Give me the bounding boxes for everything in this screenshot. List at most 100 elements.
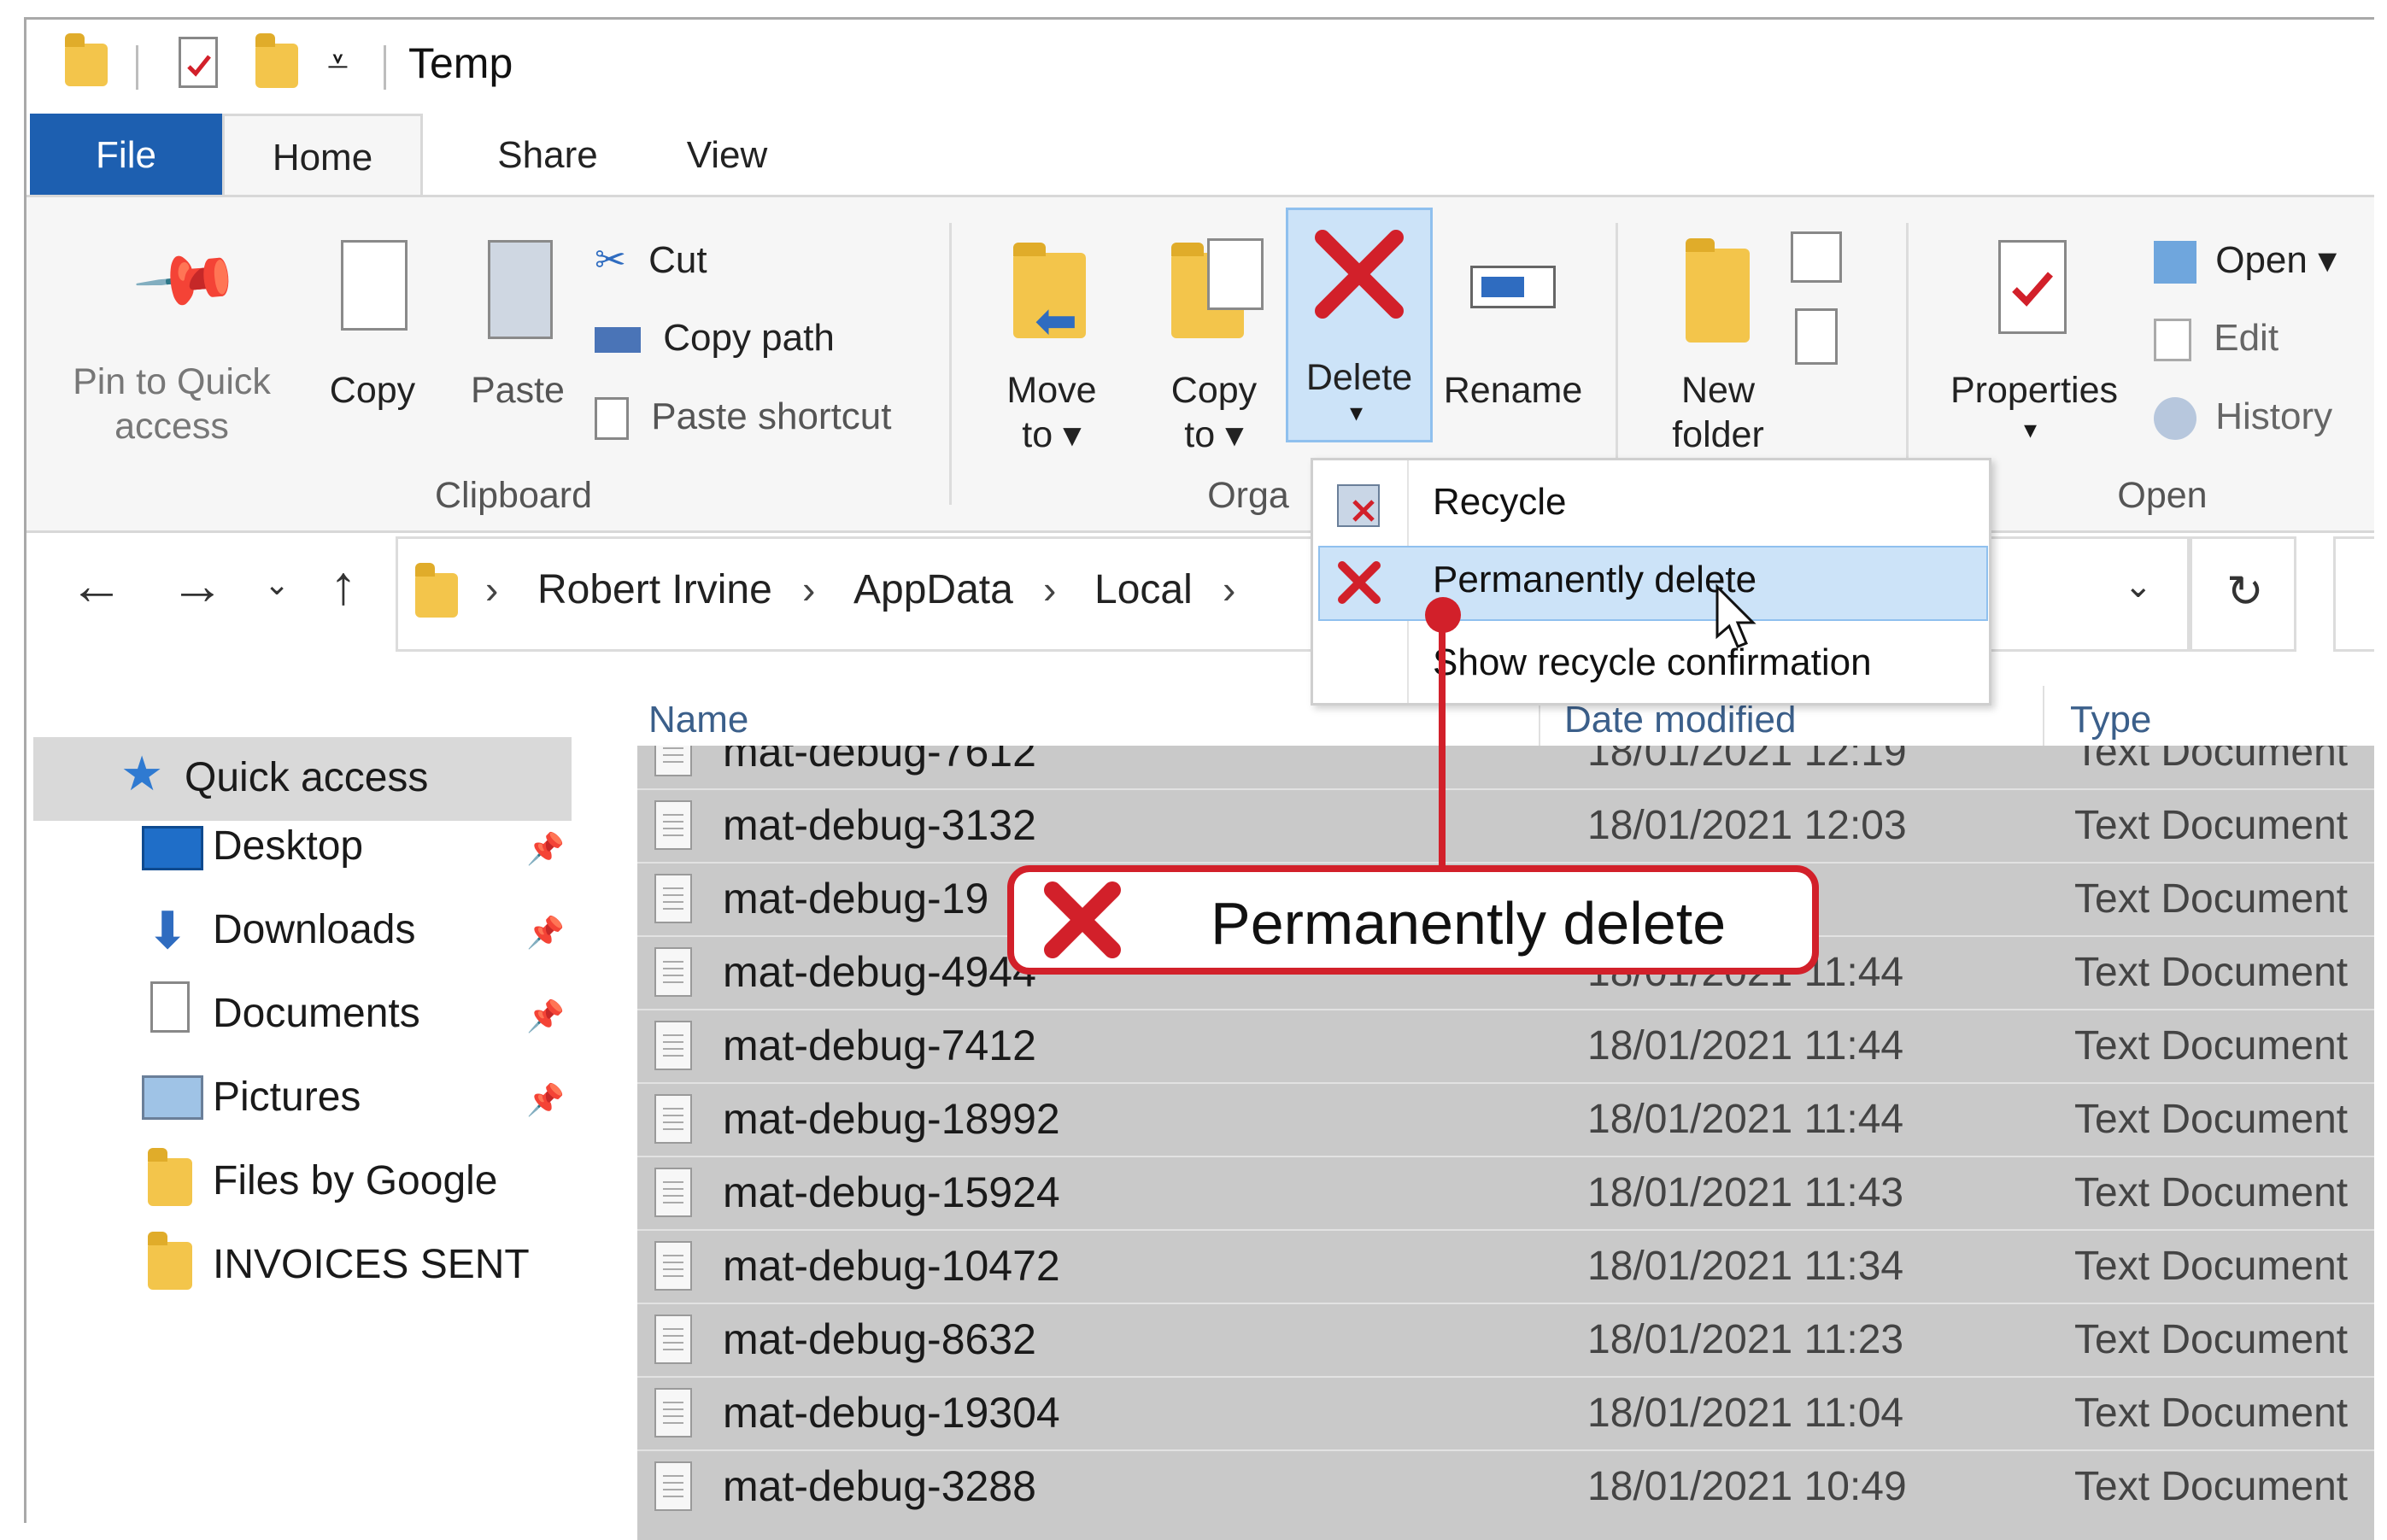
- sidebar-item-downloads[interactable]: Downloads: [213, 906, 415, 953]
- pin-icon[interactable]: 📌: [526, 915, 565, 951]
- breadcrumb-separator: ›: [485, 567, 499, 612]
- paste-shortcut-button[interactable]: Paste shortcut: [595, 395, 892, 441]
- breadcrumb-separator: ›: [1223, 567, 1236, 612]
- file-date-modified: 18/01/2021 11:34: [1587, 1244, 1904, 1289]
- sidebar-item-documents[interactable]: Documents: [213, 990, 420, 1037]
- paste-button[interactable]: Paste: [454, 223, 582, 445]
- rename-button[interactable]: Rename: [1436, 223, 1590, 445]
- cut-label: Cut: [648, 239, 707, 281]
- title-bar: ⩡ Temp: [26, 20, 2374, 114]
- move-to-button[interactable]: ⬅ Move to ▾: [975, 223, 1129, 462]
- edit-button[interactable]: Edit: [2154, 317, 2279, 362]
- column-header-name[interactable]: Name: [648, 699, 748, 741]
- cut-button[interactable]: ✂ Cut: [595, 238, 707, 282]
- recent-locations-icon[interactable]: ⌄: [264, 566, 290, 602]
- up-arrow-icon[interactable]: ↑: [330, 553, 357, 617]
- history-button[interactable]: History: [2154, 395, 2333, 441]
- forward-arrow-icon[interactable]: →: [170, 553, 225, 617]
- pin-icon[interactable]: 📌: [526, 998, 565, 1034]
- open-button[interactable]: Open ▾: [2154, 238, 2337, 284]
- tab-view[interactable]: View: [650, 114, 804, 197]
- quick-access-label: Quick access: [185, 755, 429, 800]
- menu-item-show-recycle-confirmation[interactable]: Show recycle confirmation: [1433, 641, 1872, 684]
- location-folder-icon: [415, 563, 458, 618]
- file-row[interactable]: mat-debug-7612 18/01/2021 12:19 Text Docum…: [637, 746, 2374, 788]
- properties-icon: [1998, 240, 2067, 334]
- copy-to-label: Copy to ▾: [1170, 370, 1258, 455]
- mouse-cursor-icon: [1715, 583, 1757, 648]
- file-type: Text Document: [2074, 876, 2349, 922]
- pin-label: Pin to Quick access: [73, 361, 271, 447]
- new-folder-quick-icon[interactable]: [255, 33, 298, 88]
- desktop-icon: [142, 826, 203, 870]
- edit-label: Edit: [2214, 317, 2279, 359]
- pin-to-quick-access-button[interactable]: 📌 Pin to Quick access: [44, 223, 300, 447]
- pin-icon[interactable]: 📌: [526, 831, 565, 867]
- easy-access-icon[interactable]: [1795, 308, 1838, 365]
- file-row[interactable]: mat-debug-7412 18/01/2021 11:44 Text Docum…: [637, 1009, 2374, 1082]
- new-folder-button[interactable]: New folder: [1633, 223, 1803, 462]
- text-document-icon: [654, 1315, 692, 1364]
- file-type: Text Document: [2074, 1097, 2349, 1142]
- sidebar-item-desktop[interactable]: Desktop: [213, 823, 363, 870]
- file-row[interactable]: mat-debug-3132 18/01/2021 12:03 Text Docum…: [637, 788, 2374, 862]
- divider: [949, 223, 952, 505]
- file-name: mat-debug-7412: [723, 1022, 1036, 1069]
- copy-label: Copy: [329, 370, 416, 411]
- copy-icon: [341, 240, 408, 331]
- file-name: mat-debug-10472: [723, 1242, 1060, 1290]
- sidebar-item-pictures[interactable]: Pictures: [213, 1074, 361, 1121]
- file-row[interactable]: mat-debug-3288 18/01/2021 10:49 Text Docum…: [637, 1449, 2374, 1523]
- sidebar-item-invoices-sent[interactable]: INVOICES SENT: [213, 1241, 530, 1288]
- refresh-button[interactable]: ↻: [2190, 536, 2296, 652]
- column-header-type[interactable]: Type: [2070, 699, 2151, 741]
- copy-button[interactable]: Copy: [308, 223, 437, 445]
- breadcrumb-appdata[interactable]: AppData: [853, 566, 1013, 613]
- copy-doc-icon: [1207, 238, 1264, 310]
- search-box[interactable]: [2333, 536, 2374, 652]
- tab-share[interactable]: Share: [462, 114, 633, 197]
- sidebar-item-files-by-google[interactable]: Files by Google: [213, 1157, 498, 1204]
- history-label: History: [2215, 395, 2333, 437]
- breadcrumb-separator: ›: [1043, 567, 1057, 612]
- callout-leader-line: [1439, 618, 1446, 870]
- properties-button[interactable]: Properties ▾: [1923, 223, 2145, 462]
- scissors-icon: ✂: [595, 239, 626, 281]
- back-arrow-icon[interactable]: ←: [69, 553, 124, 617]
- file-row[interactable]: mat-debug-8632 18/01/2021 11:23 Text Docum…: [637, 1303, 2374, 1376]
- new-item-icon[interactable]: [1791, 231, 1842, 283]
- open-icon: [2154, 241, 2196, 284]
- file-type: Text Document: [2074, 803, 2349, 848]
- file-row[interactable]: mat-debug-19304 18/01/2021 11:04 Text Docu…: [637, 1376, 2374, 1449]
- text-document-icon: [654, 947, 692, 997]
- properties-quick-icon[interactable]: [179, 37, 218, 88]
- pictures-icon: [142, 1075, 203, 1120]
- file-row[interactable]: mat-debug-10472 18/01/2021 11:34 Text Docu…: [637, 1229, 2374, 1303]
- column-divider[interactable]: [2043, 686, 2044, 754]
- breadcrumb-robert-irvine[interactable]: Robert Irvine: [537, 566, 772, 613]
- breadcrumb-local[interactable]: Local: [1094, 566, 1193, 613]
- arrow-left-icon: ⬅: [1035, 292, 1078, 349]
- copy-path-label: Copy path: [663, 317, 835, 359]
- star-icon: ★: [120, 747, 164, 800]
- file-name: mat-debug-8632: [723, 1315, 1036, 1363]
- menu-item-permanently-delete[interactable]: Permanently delete: [1433, 559, 1757, 601]
- customize-quick-access-icon[interactable]: ⩡: [327, 41, 349, 84]
- file-row[interactable]: mat-debug-15924 18/01/2021 11:43 Text Docu…: [637, 1156, 2374, 1229]
- file-type: Text Document: [2074, 1170, 2349, 1215]
- pin-icon[interactable]: 📌: [526, 1082, 565, 1118]
- file-date-modified: 18/01/2021 11:04: [1587, 1391, 1904, 1436]
- tab-home[interactable]: Home: [222, 114, 423, 197]
- copy-to-button[interactable]: Copy to ▾: [1137, 223, 1291, 462]
- delete-button[interactable]: Delete ▾: [1286, 208, 1433, 442]
- file-row[interactable]: mat-debug-18992 18/01/2021 11:44 Text Docu…: [637, 1082, 2374, 1156]
- copy-path-button[interactable]: Copy path: [595, 317, 835, 360]
- address-dropdown-icon[interactable]: ⌄: [2124, 566, 2153, 606]
- refresh-icon: ↻: [2226, 567, 2264, 617]
- text-document-icon: [654, 800, 692, 850]
- file-name: mat-debug-19304: [723, 1389, 1060, 1437]
- paste-shortcut-icon: [595, 397, 629, 441]
- menu-item-recycle[interactable]: Recycle: [1433, 481, 1567, 524]
- tab-file[interactable]: File: [30, 114, 222, 197]
- folder-icon: [148, 1148, 192, 1206]
